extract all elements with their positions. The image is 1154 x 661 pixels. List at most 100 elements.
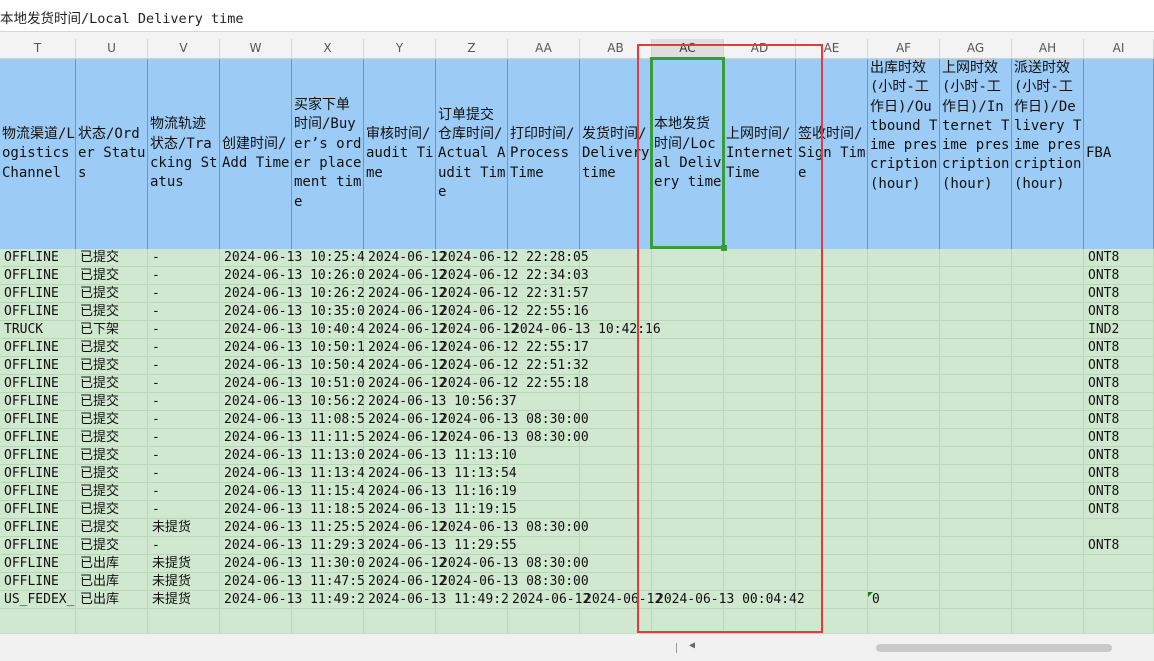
cell-ag[interactable]: [940, 411, 1012, 428]
cell-v[interactable]: -: [148, 483, 220, 500]
cell-v[interactable]: -: [148, 321, 220, 338]
cell-y[interactable]: 2024-06-12: [364, 303, 446, 320]
cell-ag[interactable]: [940, 501, 1012, 518]
cell-aa[interactable]: [508, 555, 580, 572]
cell-ag[interactable]: [940, 465, 1012, 482]
cell-ah[interactable]: [1012, 501, 1084, 518]
cell-y[interactable]: 2024-06-12: [364, 267, 446, 284]
cell-z[interactable]: 2024-06-12 22:55:17: [436, 339, 589, 356]
cell-ah[interactable]: [1012, 573, 1084, 590]
cell-y[interactable]: 2024-06-12: [364, 555, 446, 572]
cell-t[interactable]: OFFLINE: [0, 465, 76, 482]
cell-x[interactable]: [292, 537, 364, 554]
cell-z[interactable]: 2024-06-13 08:30:00: [436, 573, 589, 590]
cell-y[interactable]: 2024-06-12: [364, 249, 446, 266]
cell-t[interactable]: OFFLINE: [0, 447, 76, 464]
cell-y[interactable]: 2024-06-12: [364, 519, 446, 536]
cell-w[interactable]: 2024-06-13 11:47:5: [220, 573, 365, 590]
cell-z[interactable]: 2024-06-13 08:30:00: [436, 519, 589, 536]
cell-z[interactable]: 2024-06-12 22:55:16: [436, 303, 589, 320]
cell-x[interactable]: [292, 501, 364, 518]
cell-v[interactable]: -: [148, 447, 220, 464]
cell-af[interactable]: [868, 555, 940, 572]
table-row[interactable]: OFFLINE 已提交 -2024-06-13 10:25:4 2024-06-12 2…: [0, 249, 1154, 267]
table-row[interactable]: OFFLINE 已提交 -2024-06-13 10:35:0 2024-06-12 2…: [0, 303, 1154, 321]
header-cell-aa[interactable]: 打印时间/Process Time: [508, 59, 580, 249]
cell-y[interactable]: 2024-06-13 11:13:10: [364, 447, 517, 464]
cell-u[interactable]: 已提交: [76, 303, 148, 320]
column-letter-y[interactable]: Y: [364, 39, 436, 58]
cell-ah[interactable]: [1012, 321, 1084, 338]
cell-ai[interactable]: [1084, 591, 1154, 608]
cell-ah[interactable]: [1012, 357, 1084, 374]
cell-aa[interactable]: [508, 447, 580, 464]
cell-z[interactable]: [436, 537, 508, 554]
cell-u[interactable]: 已提交: [76, 483, 148, 500]
cell-ai[interactable]: ONT8: [1084, 501, 1154, 518]
cell-ah[interactable]: [1012, 555, 1084, 572]
cell-z[interactable]: [436, 393, 508, 410]
cell-t[interactable]: OFFLINE: [0, 429, 76, 446]
cell-x[interactable]: [292, 249, 364, 266]
header-cell-z[interactable]: 订单提交仓库时间/Actual Audit Time: [436, 59, 508, 249]
cell-x[interactable]: [292, 465, 364, 482]
table-row[interactable]: OFFLINE 已提交 -2024-06-13 11:18:5 2024-06-13 …: [0, 501, 1154, 519]
cell-w[interactable]: 2024-06-13 10:26:0: [220, 267, 365, 284]
cell-aa[interactable]: [508, 285, 580, 302]
cell-af[interactable]: [868, 519, 940, 536]
cell-y[interactable]: 2024-06-13 11:49:2: [364, 591, 509, 608]
cell-y[interactable]: 2024-06-12: [364, 285, 446, 302]
table-row[interactable]: OFFLINE 已出库 未提货 2024-06-13 11:30:0 2024-06-1…: [0, 555, 1154, 573]
cell-af[interactable]: [868, 357, 940, 374]
cell-af[interactable]: [868, 483, 940, 500]
cell-z[interactable]: 2024-06-12 22:51:32: [436, 357, 589, 374]
cell-af[interactable]: [868, 573, 940, 590]
cell-w[interactable]: 2024-06-13 10:25:4: [220, 249, 365, 266]
column-letter-ah[interactable]: AH: [1012, 39, 1084, 58]
column-letter-ag[interactable]: AG: [940, 39, 1012, 58]
cell-ah[interactable]: [1012, 447, 1084, 464]
cell-x[interactable]: [292, 303, 364, 320]
cell-u[interactable]: 已出库: [76, 555, 148, 572]
cell-u[interactable]: 已提交: [76, 357, 148, 374]
cell-w[interactable]: 2024-06-13 11:25:5: [220, 519, 365, 536]
table-row[interactable]: OFFLINE 已提交 -2024-06-13 11:29:3 2024-06-13 …: [0, 537, 1154, 555]
column-letter-z[interactable]: Z: [436, 39, 508, 58]
cell-t[interactable]: OFFLINE: [0, 375, 76, 392]
column-letter-t[interactable]: T: [0, 39, 76, 58]
cell-v[interactable]: -: [148, 339, 220, 356]
cell-ah[interactable]: [1012, 267, 1084, 284]
cell-w[interactable]: 2024-06-13 10:50:1: [220, 339, 365, 356]
cell-ai[interactable]: ONT8: [1084, 285, 1154, 302]
cell-w[interactable]: 2024-06-13 10:56:2: [220, 393, 365, 410]
cell-x[interactable]: [292, 339, 364, 356]
table-row[interactable]: OFFLINE 已提交 -2024-06-13 10:50:1 2024-06-12 2…: [0, 339, 1154, 357]
cell-ag[interactable]: [940, 591, 1012, 608]
cell-y[interactable]: 2024-06-13 10:56:37: [364, 393, 517, 410]
cell-t[interactable]: US_FEDEX_: [0, 591, 76, 608]
cell-ah[interactable]: [1012, 537, 1084, 554]
table-row[interactable]: OFFLINE 已提交 -2024-06-13 10:26:0 2024-06-12 2…: [0, 267, 1154, 285]
cell-w[interactable]: 2024-06-13 11:08:5: [220, 411, 365, 428]
cell-y[interactable]: 2024-06-13 11:19:15: [364, 501, 517, 518]
cell-x[interactable]: [292, 393, 364, 410]
cell-ag[interactable]: [940, 285, 1012, 302]
cell-af[interactable]: [868, 267, 940, 284]
cell-t[interactable]: OFFLINE: [0, 555, 76, 572]
cell-ag[interactable]: [940, 429, 1012, 446]
table-row[interactable]: OFFLINE 已提交 -2024-06-13 10:50:4 2024-06-12 2…: [0, 357, 1154, 375]
cell-z[interactable]: 2024-06-13 08:30:00: [436, 429, 589, 446]
cell-t[interactable]: TRUCK: [0, 321, 76, 338]
cell-aa[interactable]: [508, 303, 580, 320]
cell-ag[interactable]: [940, 375, 1012, 392]
cell-af[interactable]: [868, 501, 940, 518]
cell-ah[interactable]: [1012, 285, 1084, 302]
cell-ai[interactable]: ONT8: [1084, 303, 1154, 320]
column-letter-aa[interactable]: AA: [508, 39, 580, 58]
cell-ah[interactable]: [1012, 339, 1084, 356]
cell-v[interactable]: 未提货: [148, 555, 220, 572]
cell-y[interactable]: 2024-06-13 11:16:19: [364, 483, 517, 500]
cell-v[interactable]: -: [148, 357, 220, 374]
cell-w[interactable]: 2024-06-13 11:29:3: [220, 537, 365, 554]
cell-t[interactable]: OFFLINE: [0, 501, 76, 518]
